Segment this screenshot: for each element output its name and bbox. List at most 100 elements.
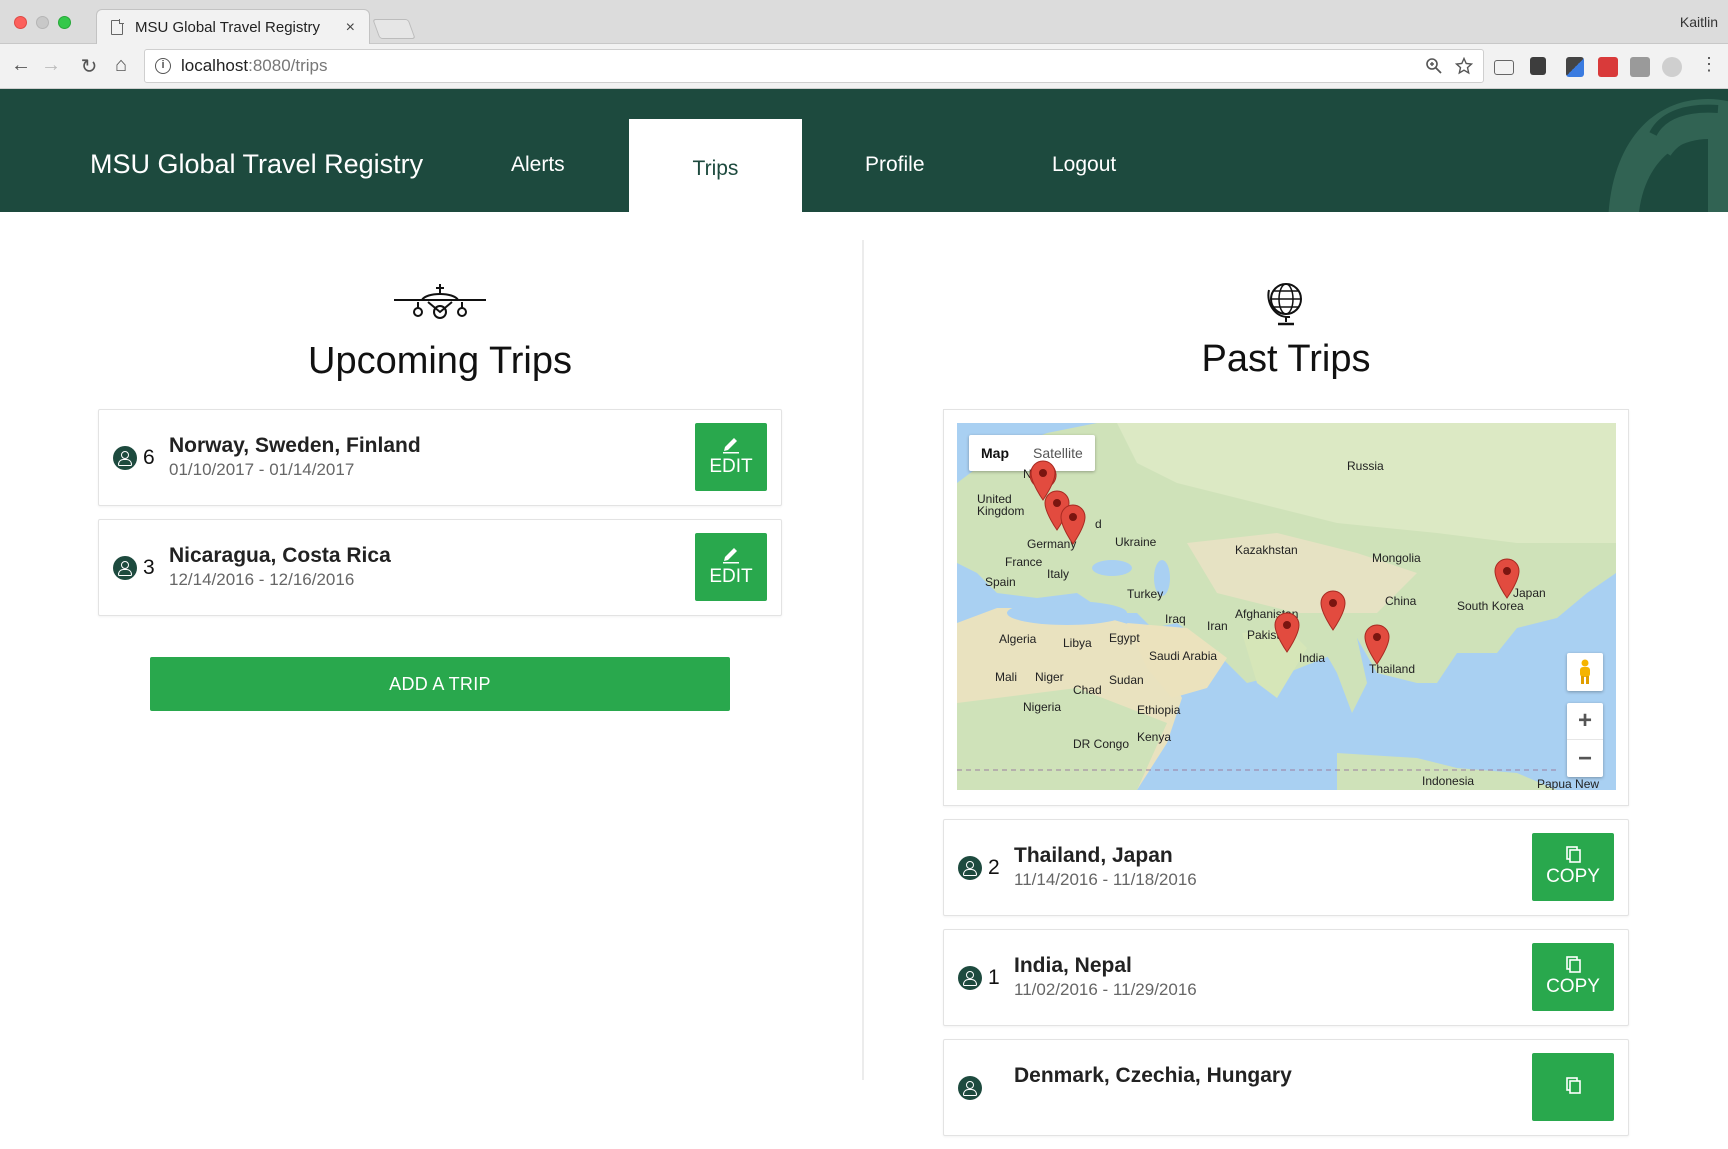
map-label: China — [1385, 594, 1417, 608]
person-icon — [113, 556, 137, 580]
globe-icon — [1267, 283, 1302, 326]
address-bar[interactable]: i localhost:8080/trips — [144, 49, 1484, 83]
map-label: Indonesia — [1422, 774, 1475, 788]
map-label: DR Congo — [1073, 737, 1130, 751]
maximize-window-button[interactable] — [58, 16, 71, 29]
copy-button-label: COPY — [1546, 866, 1600, 887]
browser-tab[interactable]: MSU Global Travel Registry × — [96, 9, 370, 45]
map-pin[interactable] — [1319, 589, 1347, 631]
copy-button[interactable]: COPY — [1532, 943, 1614, 1011]
back-button[interactable]: ← — [8, 54, 34, 77]
home-button[interactable]: ⌂ — [108, 54, 134, 77]
trip-card: 6 Norway, Sweden, Finland 01/10/2017 - 0… — [98, 409, 782, 506]
map-pin[interactable] — [1493, 557, 1521, 599]
nav-profile[interactable]: Profile — [865, 153, 925, 177]
edit-button[interactable]: EDIT — [695, 423, 767, 491]
close-window-button[interactable] — [14, 16, 27, 29]
person-icon — [958, 966, 982, 990]
pencil-icon — [723, 548, 739, 564]
edit-button-label: EDIT — [709, 456, 753, 477]
nav-alerts[interactable]: Alerts — [511, 153, 565, 177]
map-label: South Korea — [1457, 599, 1524, 613]
map-label: Italy — [1047, 567, 1070, 581]
cast-icon[interactable] — [1494, 60, 1514, 75]
spartan-helmet-logo — [1608, 99, 1728, 212]
nav-logout[interactable]: Logout — [1052, 153, 1116, 177]
map-label: Niger — [1035, 670, 1064, 684]
map-label: Ukraine — [1115, 535, 1157, 549]
map-type-map[interactable]: Map — [969, 435, 1021, 471]
browser-titlebar: MSU Global Travel Registry × Kaitlin — [0, 0, 1728, 45]
traveler-count: 6 — [113, 446, 155, 470]
past-trips-list: 2 Thailand, Japan 11/14/2016 - 11/18/201… — [943, 819, 1629, 1149]
trip-destinations: Thailand, Japan — [1014, 844, 1173, 867]
url-host: localhost — [181, 56, 249, 75]
map-label: France — [1005, 555, 1043, 569]
trip-destinations: India, Nepal — [1014, 954, 1132, 977]
airplane-icon — [394, 284, 486, 319]
copy-button-label: COPY — [1546, 976, 1600, 997]
tab-close-icon[interactable]: × — [346, 19, 355, 37]
traveler-count: 3 — [113, 556, 155, 580]
trip-dates: 01/10/2017 - 01/14/2017 — [169, 460, 355, 479]
trip-dates: 11/02/2016 - 11/29/2016 — [1014, 980, 1197, 999]
past-trips-map-card: Map Satellite Russia United Kingdom Germ… — [943, 409, 1629, 806]
bookmark-star-icon[interactable] — [1455, 57, 1473, 75]
trip-card: 1 India, Nepal 11/02/2016 - 11/29/2016 C… — [943, 929, 1629, 1026]
map-pin[interactable] — [1273, 611, 1301, 653]
zoom-icon[interactable] — [1425, 57, 1443, 75]
profile-name[interactable]: Kaitlin — [1680, 14, 1718, 30]
copy-button[interactable]: COPY — [1532, 833, 1614, 901]
zoom-in-button[interactable]: + — [1567, 703, 1603, 740]
traveler-count: 1 — [958, 966, 1000, 990]
tab-title: MSU Global Travel Registry — [135, 19, 321, 36]
map-label: Libya — [1063, 636, 1092, 650]
info-icon[interactable]: i — [155, 58, 171, 74]
map-label: Mongolia — [1372, 551, 1421, 565]
window-controls — [14, 16, 71, 29]
traveler-count-value: 1 — [988, 966, 1000, 989]
extension-evernote-icon[interactable] — [1530, 57, 1546, 75]
trip-dates: 11/14/2016 - 11/18/2016 — [1014, 870, 1197, 889]
zoom-out-button[interactable]: − — [1567, 740, 1603, 777]
page-icon — [111, 19, 124, 35]
copy-icon — [1566, 956, 1581, 973]
nav-trips[interactable]: Trips — [629, 119, 802, 212]
trip-destinations: Denmark, Czechia, Hungary — [1014, 1064, 1292, 1087]
map-label: Algeria — [999, 632, 1037, 646]
trip-card: Denmark, Czechia, Hungary — [943, 1039, 1629, 1136]
column-divider — [862, 240, 864, 1080]
map-pin[interactable] — [1059, 503, 1087, 545]
upcoming-trips-section: Upcoming Trips 6 Norway, Sweden, Finland… — [98, 212, 782, 711]
menu-kebab-icon[interactable]: ⋮ — [1696, 54, 1722, 75]
extension-cloud-icon[interactable] — [1662, 57, 1682, 77]
minimize-window-button[interactable] — [36, 16, 49, 29]
map-label: Saudi Arabia — [1149, 649, 1218, 663]
trip-card: 2 Thailand, Japan 11/14/2016 - 11/18/201… — [943, 819, 1629, 916]
map-label: Iraq — [1165, 612, 1186, 626]
brand-title[interactable]: MSU Global Travel Registry — [90, 149, 423, 180]
extension-red-icon[interactable] — [1598, 57, 1618, 77]
past-trips-section: Past Trips Map Satellite Russia United K… — [943, 212, 1629, 1136]
reload-button[interactable]: ↻ — [76, 54, 102, 79]
traveler-count-value: 6 — [143, 446, 155, 469]
pegman-icon — [1580, 659, 1590, 684]
map-pin[interactable] — [1363, 623, 1391, 665]
person-icon — [958, 856, 982, 880]
extension-gray-icon[interactable] — [1630, 57, 1650, 77]
edit-button[interactable]: EDIT — [695, 533, 767, 601]
trip-destinations: Norway, Sweden, Finland — [169, 434, 421, 457]
browser-toolbar: ← → ↻ ⌂ i localhost:8080/trips ⋮ — [0, 44, 1728, 89]
add-trip-button[interactable]: ADD A TRIP — [150, 657, 730, 711]
extension-eyedropper-icon[interactable] — [1566, 57, 1584, 77]
copy-icon — [1566, 846, 1581, 863]
new-tab-button[interactable] — [372, 19, 416, 39]
street-view-pegman[interactable] — [1567, 653, 1603, 691]
past-trips-map[interactable]: Map Satellite Russia United Kingdom Germ… — [957, 423, 1616, 790]
copy-button[interactable] — [1532, 1053, 1614, 1121]
map-label: Chad — [1073, 683, 1102, 697]
upcoming-trips-title: Upcoming Trips — [308, 340, 572, 382]
forward-button[interactable]: → — [38, 54, 64, 77]
traveler-count: 2 — [958, 856, 1000, 880]
map-label: Mali — [995, 670, 1018, 684]
